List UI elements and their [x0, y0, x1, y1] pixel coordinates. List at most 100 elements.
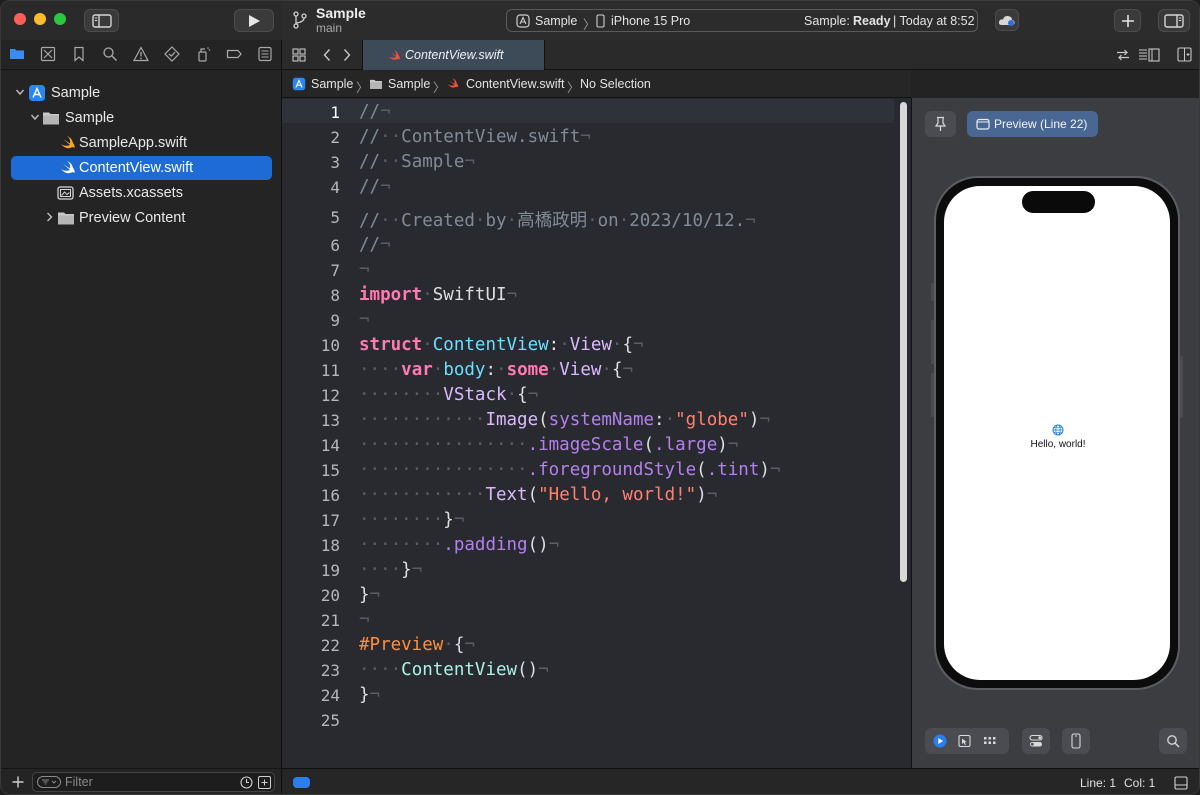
- line-number[interactable]: 8: [300, 286, 340, 305]
- device-screen[interactable]: Hello, world!: [944, 186, 1170, 680]
- line-number[interactable]: 18: [300, 536, 340, 555]
- code-line[interactable]: ················.foregroundStyle(.tint)¬: [359, 460, 780, 480]
- tree-item-folder-sample[interactable]: Sample: [11, 106, 272, 130]
- code-line[interactable]: struct·ContentView:·View·{¬: [359, 335, 644, 355]
- jump-bar-group[interactable]: Sample: [388, 77, 430, 91]
- code-line[interactable]: ········VStack·{¬: [359, 385, 538, 405]
- preview-selector-button[interactable]: Preview (Line 22): [967, 111, 1098, 137]
- jump-bar-project[interactable]: Sample: [311, 77, 353, 91]
- code-line[interactable]: ············Image(systemName:·"globe")¬: [359, 410, 770, 430]
- device-picker-button[interactable]: [1062, 728, 1090, 754]
- line-number[interactable]: 19: [300, 561, 340, 580]
- code-line[interactable]: //¬: [359, 235, 391, 255]
- line-number[interactable]: 22: [300, 636, 340, 655]
- device-settings-button[interactable]: [1022, 728, 1050, 754]
- tree-item-assets[interactable]: Assets.xcassets: [11, 181, 272, 205]
- code-line[interactable]: //¬: [359, 177, 391, 197]
- source-control-icon[interactable]: [40, 46, 56, 62]
- split-editor-icon[interactable]: [1177, 47, 1192, 62]
- line-number[interactable]: 13: [300, 411, 340, 430]
- code-line[interactable]: ····var·body:·some·View·{¬: [359, 360, 633, 380]
- filter-options-icon[interactable]: [37, 776, 61, 788]
- code-line[interactable]: }¬: [359, 585, 380, 605]
- code-line[interactable]: //¬: [359, 102, 391, 122]
- line-number[interactable]: 1: [300, 103, 340, 122]
- toggle-inspector-button[interactable]: [1158, 9, 1190, 32]
- line-number[interactable]: 12: [300, 386, 340, 405]
- run-button[interactable]: [234, 9, 274, 32]
- jump-bar-file[interactable]: ContentView.swift: [466, 77, 564, 91]
- code-line[interactable]: ············Text("Hello, world!")¬: [359, 485, 717, 505]
- code-line[interactable]: }¬: [359, 685, 380, 705]
- line-number[interactable]: 25: [300, 711, 340, 730]
- code-line[interactable]: ¬: [359, 610, 370, 630]
- code-line[interactable]: ····}¬: [359, 560, 422, 580]
- line-number[interactable]: 3: [300, 153, 340, 172]
- code-line[interactable]: import·SwiftUI¬: [359, 285, 517, 305]
- tree-item-project[interactable]: Sample: [11, 81, 272, 105]
- test-diamond-icon[interactable]: [164, 46, 180, 62]
- selectable-mode-icon[interactable]: [958, 734, 971, 748]
- tree-item-preview-content[interactable]: Preview Content: [11, 206, 272, 230]
- line-number[interactable]: 9: [300, 311, 340, 330]
- line-number[interactable]: 6: [300, 236, 340, 255]
- run-destination-selector[interactable]: iPhone 15 Pro: [611, 14, 690, 28]
- chevron-down-icon[interactable]: [30, 111, 40, 123]
- folder-navigator-icon[interactable]: [9, 46, 25, 62]
- code-line[interactable]: //··Created·by·高橋政明·on·2023/10/12.¬: [359, 207, 756, 232]
- pin-preview-button[interactable]: [925, 111, 956, 137]
- minimize-window-button[interactable]: [34, 13, 46, 25]
- line-number[interactable]: 11: [300, 361, 340, 380]
- code-line[interactable]: ····ContentView()¬: [359, 660, 549, 680]
- scheme-selector[interactable]: Sample: [535, 14, 577, 28]
- related-items-grid-icon[interactable]: [292, 48, 306, 62]
- plus-icon[interactable]: [11, 775, 25, 789]
- jump-bar-symbol[interactable]: No Selection: [580, 77, 651, 91]
- warning-icon[interactable]: [133, 46, 149, 62]
- back-arrow-icon[interactable]: [322, 48, 332, 62]
- report-icon[interactable]: [257, 46, 273, 62]
- code-line[interactable]: ¬: [359, 310, 370, 330]
- search-icon[interactable]: [102, 46, 118, 62]
- line-number[interactable]: 21: [300, 611, 340, 630]
- code-line[interactable]: #Preview·{¬: [359, 635, 475, 655]
- chevron-right-icon[interactable]: [44, 211, 54, 223]
- debug-area-toggle-icon[interactable]: [1174, 776, 1188, 790]
- line-number[interactable]: 5: [300, 208, 340, 227]
- source-control-filter-icon[interactable]: [258, 776, 271, 789]
- editor-scrollbar[interactable]: [900, 102, 907, 582]
- breakpoints-toggle-icon[interactable]: [293, 777, 310, 788]
- tree-item-contentview-swift[interactable]: ContentView.swift: [11, 156, 272, 180]
- code-line[interactable]: ················.imageScale(.large)¬: [359, 435, 738, 455]
- code-line[interactable]: //··Sample¬: [359, 152, 475, 172]
- line-number[interactable]: 16: [300, 486, 340, 505]
- code-line[interactable]: ········}¬: [359, 510, 464, 530]
- toggle-navigator-button[interactable]: [84, 9, 119, 32]
- recent-files-icon[interactable]: [240, 776, 253, 789]
- variants-grid-icon[interactable]: [983, 736, 997, 746]
- line-number[interactable]: 23: [300, 661, 340, 680]
- line-number[interactable]: 4: [300, 178, 340, 197]
- line-number[interactable]: 2: [300, 128, 340, 147]
- line-number[interactable]: 7: [300, 261, 340, 280]
- line-number[interactable]: 20: [300, 586, 340, 605]
- line-number[interactable]: 24: [300, 686, 340, 705]
- breakpoint-icon[interactable]: [226, 46, 242, 62]
- editor-options-icon[interactable]: [1138, 48, 1160, 62]
- live-mode-icon[interactable]: [933, 734, 947, 748]
- code-line[interactable]: ········.padding()¬: [359, 535, 559, 555]
- zoom-window-button[interactable]: [54, 13, 66, 25]
- zoom-canvas-button[interactable]: [1159, 728, 1187, 754]
- tree-item-sampleapp-swift[interactable]: SampleApp.swift: [11, 131, 272, 155]
- source-editor[interactable]: 1//¬ 2//··ContentView.swift¬ 3//··Sample¬ 4…: [282, 98, 911, 768]
- chevron-down-icon[interactable]: [15, 86, 25, 98]
- line-number[interactable]: 10: [300, 336, 340, 355]
- filter-field[interactable]: Filter: [32, 772, 275, 792]
- add-library-button[interactable]: [1114, 9, 1141, 32]
- line-number[interactable]: 17: [300, 511, 340, 530]
- bookmark-icon[interactable]: [71, 46, 87, 62]
- code-review-icon[interactable]: [1116, 48, 1130, 62]
- close-window-button[interactable]: [14, 13, 26, 25]
- forward-arrow-icon[interactable]: [342, 48, 352, 62]
- line-number[interactable]: 14: [300, 436, 340, 455]
